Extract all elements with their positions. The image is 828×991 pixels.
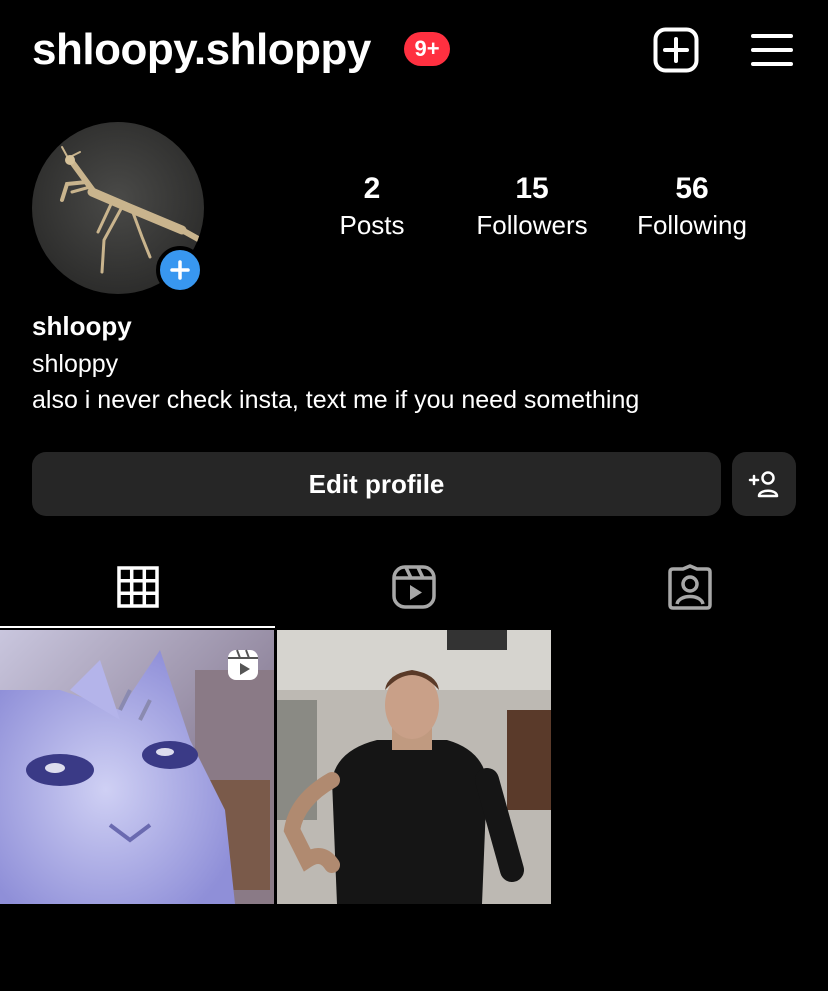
stat-label: Posts xyxy=(339,210,405,240)
active-tab-indicator xyxy=(0,626,275,628)
add-post-button[interactable] xyxy=(652,26,700,74)
tab-posts-grid[interactable] xyxy=(0,548,276,626)
reel-indicator-icon xyxy=(228,649,258,680)
stat-label: Following xyxy=(637,210,747,240)
add-story-button[interactable] xyxy=(156,246,204,294)
add-post-icon xyxy=(653,27,699,73)
bio-line: also i never check insta, text me if you… xyxy=(32,386,640,414)
followers-count[interactable]: 15 Followers xyxy=(462,170,602,242)
stat-value: 15 xyxy=(515,172,549,205)
reels-icon xyxy=(392,565,436,609)
menu-icon xyxy=(751,34,793,66)
profile-username[interactable]: shloopy.shloppy xyxy=(32,22,371,78)
post-thumbnail[interactable] xyxy=(0,630,274,904)
stat-value: 2 xyxy=(363,172,381,205)
post-thumbnail[interactable] xyxy=(277,630,551,904)
plus-icon xyxy=(170,260,190,280)
posts-count[interactable]: 2 Posts xyxy=(302,170,442,242)
bio-line: shloppy xyxy=(32,350,119,378)
following-count[interactable]: 56 Following xyxy=(622,170,762,242)
tab-reels[interactable] xyxy=(276,548,552,626)
tagged-icon xyxy=(668,564,712,610)
discover-people-button[interactable] xyxy=(732,452,796,516)
grid-icon xyxy=(117,566,159,608)
stat-label: Followers xyxy=(476,210,588,240)
menu-button[interactable] xyxy=(748,26,796,74)
notification-badge[interactable]: 9+ xyxy=(404,32,450,66)
add-person-icon xyxy=(748,471,779,498)
stat-value: 56 xyxy=(675,172,709,205)
edit-profile-button[interactable]: Edit profile xyxy=(32,452,721,516)
profile-display-name: shloopy xyxy=(32,311,132,341)
man-black-shirt-video xyxy=(277,630,551,904)
tab-tagged[interactable] xyxy=(552,548,828,626)
